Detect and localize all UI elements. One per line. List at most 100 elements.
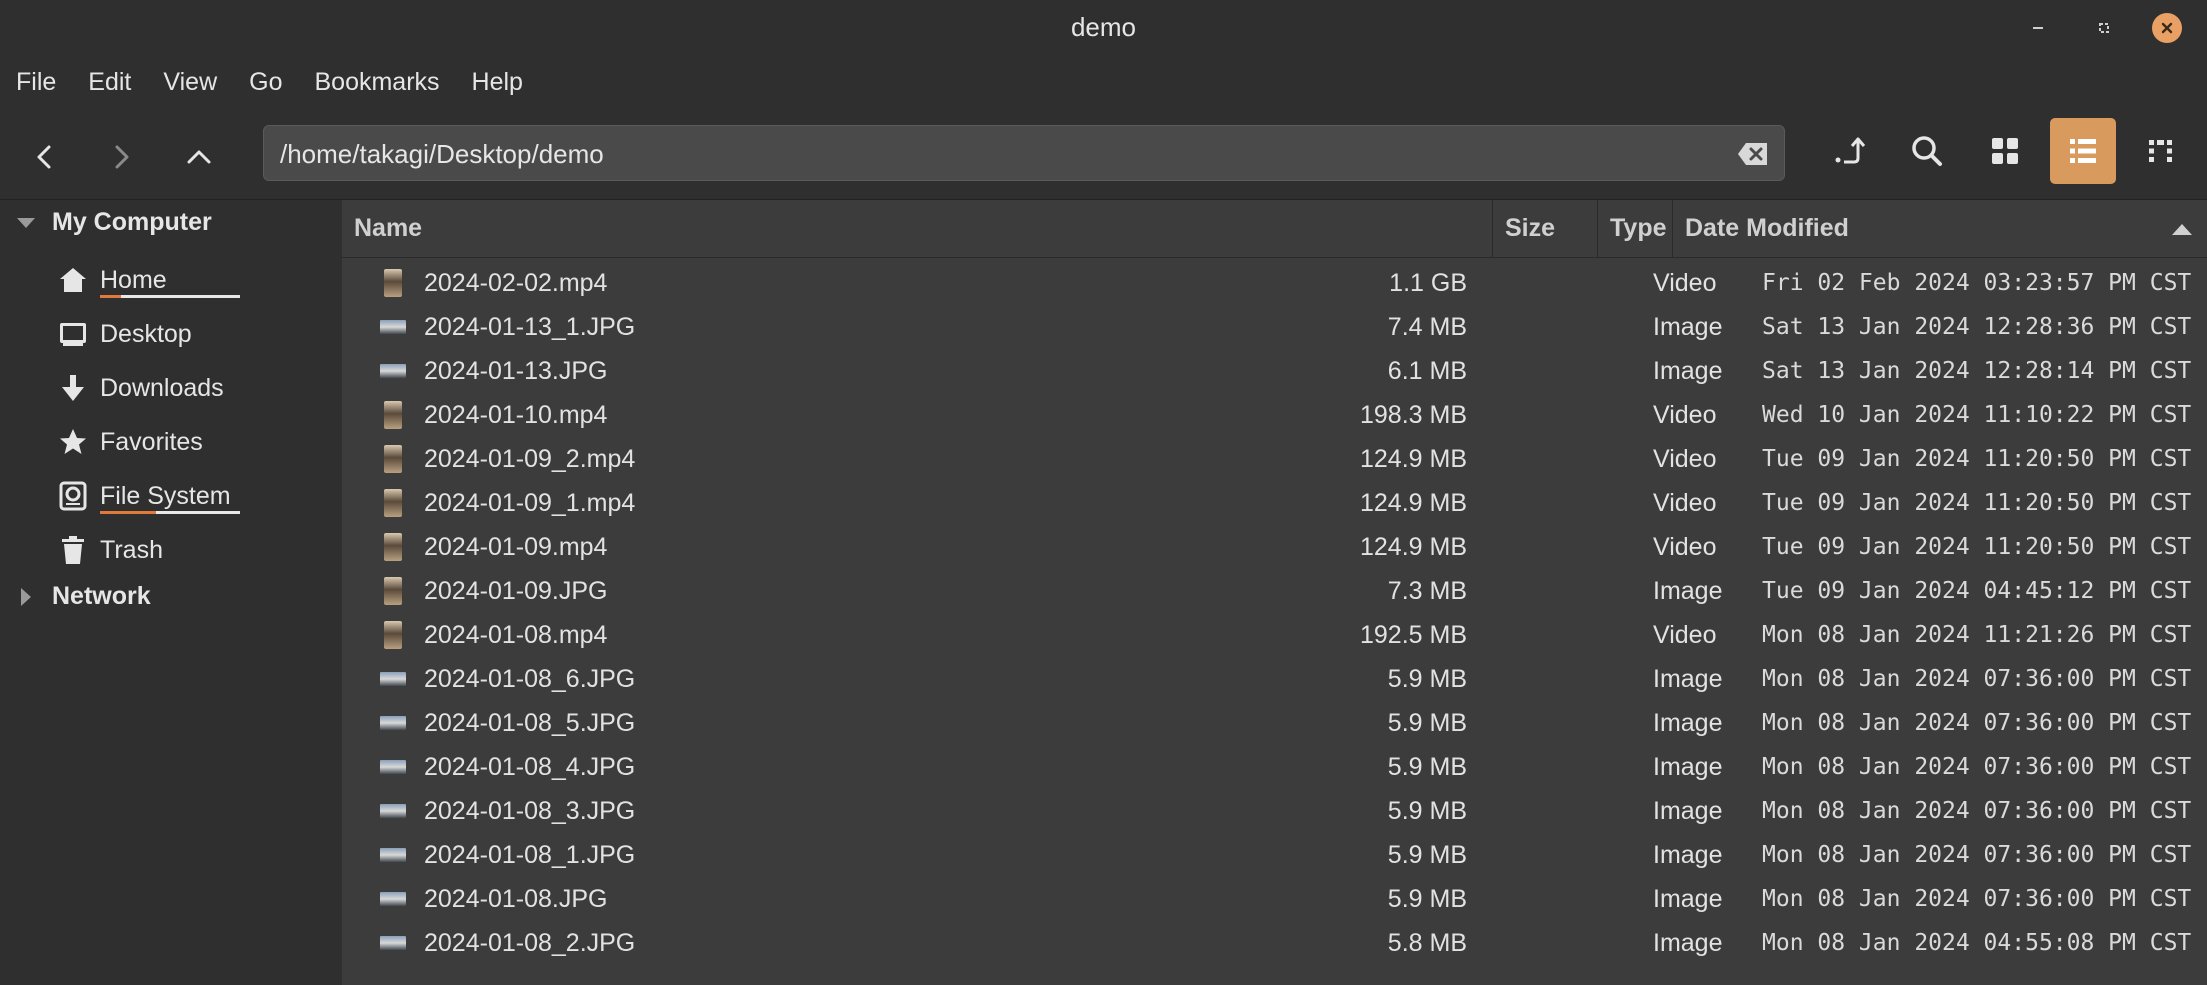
file-row[interactable]: 2024-01-09.mp4 124.9 MB Video Tue 09 Jan 20…	[342, 525, 2207, 569]
file-size: 5.9 MB	[1387, 884, 1467, 913]
file-type: Image	[1653, 708, 1723, 737]
file-type: Video	[1653, 400, 1717, 429]
file-row[interactable]: 2024-01-08_5.JPG 5.9 MB Image Mon 08 Jan 20…	[342, 701, 2207, 745]
file-date-modified: Mon 08 Jan 2024 07:36:00 PM CST	[1762, 886, 2192, 912]
sort-ascending-icon	[2172, 224, 2192, 235]
file-row[interactable]: 2024-01-09.JPG 7.3 MB Image Tue 09 Jan 2024…	[342, 569, 2207, 613]
clear-location-button[interactable]	[1736, 140, 1770, 168]
file-date-modified: Mon 08 Jan 2024 07:36:00 PM CST	[1762, 842, 2192, 868]
menu-edit[interactable]: Edit	[72, 60, 147, 108]
file-row[interactable]: 2024-01-08_6.JPG 5.9 MB Image Mon 08 Jan 20…	[342, 657, 2207, 701]
sidebar-item-trash[interactable]: Trash	[58, 530, 163, 570]
download-icon	[62, 375, 84, 401]
file-date-modified: Mon 08 Jan 2024 07:36:00 PM CST	[1762, 666, 2192, 692]
file-date-modified: Mon 08 Jan 2024 04:55:08 PM CST	[1762, 930, 2192, 956]
up-button[interactable]	[172, 130, 226, 184]
file-size: 5.9 MB	[1387, 840, 1467, 869]
file-type: Image	[1653, 884, 1723, 913]
sidebar-item-favorites[interactable]: Favorites	[58, 422, 203, 462]
file-type: Video	[1653, 268, 1717, 297]
file-date-modified: Tue 09 Jan 2024 11:20:50 PM CST	[1762, 490, 2192, 516]
file-row[interactable]: 2024-01-08_1.JPG 5.9 MB Image Mon 08 Jan 20…	[342, 833, 2207, 877]
menu-file[interactable]: File	[0, 60, 72, 108]
column-type[interactable]: Type	[1597, 200, 1672, 257]
sidebar-item-downloads[interactable]: Downloads	[58, 368, 224, 408]
sidebar: My Computer Home Desktop Downloads Favor…	[0, 200, 342, 985]
menu-bookmarks[interactable]: Bookmarks	[299, 60, 456, 108]
file-size: 124.9 MB	[1359, 488, 1467, 517]
file-row[interactable]: 2024-02-02.mp4 1.1 GB Video Fri 02 Feb 2024…	[342, 261, 2207, 305]
file-type: Image	[1653, 928, 1723, 957]
maximize-button[interactable]	[2090, 14, 2118, 42]
file-type: Image	[1653, 576, 1723, 605]
file-row[interactable]: 2024-01-10.mp4 198.3 MB Video Wed 10 Jan 20…	[342, 393, 2207, 437]
file-type: Video	[1653, 532, 1717, 561]
sidebar-item-label: Desktop	[100, 319, 192, 348]
file-size: 5.9 MB	[1387, 752, 1467, 781]
file-date-modified: Tue 09 Jan 2024 04:45:12 PM CST	[1762, 578, 2192, 604]
forward-button[interactable]	[94, 130, 148, 184]
sidebar-item-label: Home	[100, 265, 167, 294]
sidebar-item-file-system[interactable]: File System	[58, 476, 231, 516]
file-size: 5.9 MB	[1387, 796, 1467, 825]
file-type: Image	[1653, 796, 1723, 825]
column-name[interactable]: Name	[342, 200, 1492, 257]
file-type: Image	[1653, 840, 1723, 869]
back-button[interactable]	[18, 130, 72, 184]
icon-view-button[interactable]	[1972, 118, 2038, 184]
file-row[interactable]: 2024-01-08_3.JPG 5.9 MB Image Mon 08 Jan 20…	[342, 789, 2207, 833]
sidebar-item-desktop[interactable]: Desktop	[58, 314, 192, 354]
sidebar-item-label: File System	[100, 481, 231, 510]
file-date-modified: Mon 08 Jan 2024 07:36:00 PM CST	[1762, 798, 2192, 824]
column-date-modified[interactable]: Date Modified	[1672, 200, 2207, 257]
list-icon	[2070, 139, 2096, 163]
sidebar-section-label: Network	[52, 582, 151, 610]
compact-view-button[interactable]	[2128, 118, 2194, 184]
search-icon	[1912, 136, 1942, 166]
column-date-label: Date Modified	[1685, 214, 1849, 242]
toggle-location-button[interactable]	[1816, 118, 1882, 184]
title-bar: demo	[0, 0, 2207, 56]
location-bar[interactable]: /home/takagi/Desktop/demo	[263, 125, 1785, 181]
menu-bar: File Edit View Go Bookmarks Help	[0, 60, 539, 110]
sidebar-section-network[interactable]: Network	[14, 582, 151, 611]
close-button[interactable]	[2152, 13, 2182, 43]
file-size: 6.1 MB	[1387, 356, 1467, 385]
minimize-button[interactable]	[2024, 14, 2052, 42]
file-row[interactable]: 2024-01-13_1.JPG 7.4 MB Image Sat 13 Jan 20…	[342, 305, 2207, 349]
file-row[interactable]: 2024-01-08_4.JPG 5.9 MB Image Mon 08 Jan 20…	[342, 745, 2207, 789]
chevron-up-icon	[187, 150, 211, 164]
file-size: 124.9 MB	[1359, 532, 1467, 561]
file-row[interactable]: 2024-01-13.JPG 6.1 MB Image Sat 13 Jan 2024…	[342, 349, 2207, 393]
file-row[interactable]: 2024-01-08.JPG 5.9 MB Image Mon 08 Jan 2024…	[342, 877, 2207, 921]
menu-help[interactable]: Help	[456, 60, 539, 108]
file-date-modified: Mon 08 Jan 2024 11:21:26 PM CST	[1762, 622, 2192, 648]
search-button[interactable]	[1894, 118, 1960, 184]
column-size[interactable]: Size	[1492, 200, 1597, 257]
file-size: 5.9 MB	[1387, 708, 1467, 737]
desktop-icon	[60, 323, 86, 346]
menu-go[interactable]: Go	[233, 60, 298, 108]
menu-view[interactable]: View	[147, 60, 233, 108]
minimize-icon	[2033, 27, 2043, 29]
file-size: 7.3 MB	[1387, 576, 1467, 605]
chevron-left-icon	[37, 145, 51, 169]
file-row[interactable]: 2024-01-09_2.mp4 124.9 MB Video Tue 09 Jan …	[342, 437, 2207, 481]
sidebar-item-home[interactable]: Home	[58, 260, 167, 300]
file-list: Name Size Type Date Modified 2024-02-02.…	[342, 200, 2207, 985]
file-type: Video	[1653, 488, 1717, 517]
restore-icon	[2099, 23, 2109, 33]
sidebar-section-my-computer[interactable]: My Computer	[14, 208, 212, 237]
list-view-button[interactable]	[2050, 118, 2116, 184]
file-date-modified: Tue 09 Jan 2024 11:20:50 PM CST	[1762, 534, 2192, 560]
grid-icon	[1992, 138, 2018, 164]
sidebar-item-label: Downloads	[100, 373, 224, 402]
file-row[interactable]: 2024-01-08_2.JPG 5.8 MB Image Mon 08 Jan 20…	[342, 921, 2207, 965]
file-row[interactable]: 2024-01-09_1.mp4 124.9 MB Video Tue 09 Jan …	[342, 481, 2207, 525]
file-date-modified: Fri 02 Feb 2024 03:23:57 PM CST	[1762, 270, 2192, 296]
file-row[interactable]: 2024-01-08.mp4 192.5 MB Video Mon 08 Jan 20…	[342, 613, 2207, 657]
location-toggle-icon	[1835, 137, 1866, 164]
filesystem-usage-fill	[100, 511, 156, 514]
window-title: demo	[1070, 12, 1137, 42]
file-date-modified: Sat 13 Jan 2024 12:28:36 PM CST	[1762, 314, 2192, 340]
